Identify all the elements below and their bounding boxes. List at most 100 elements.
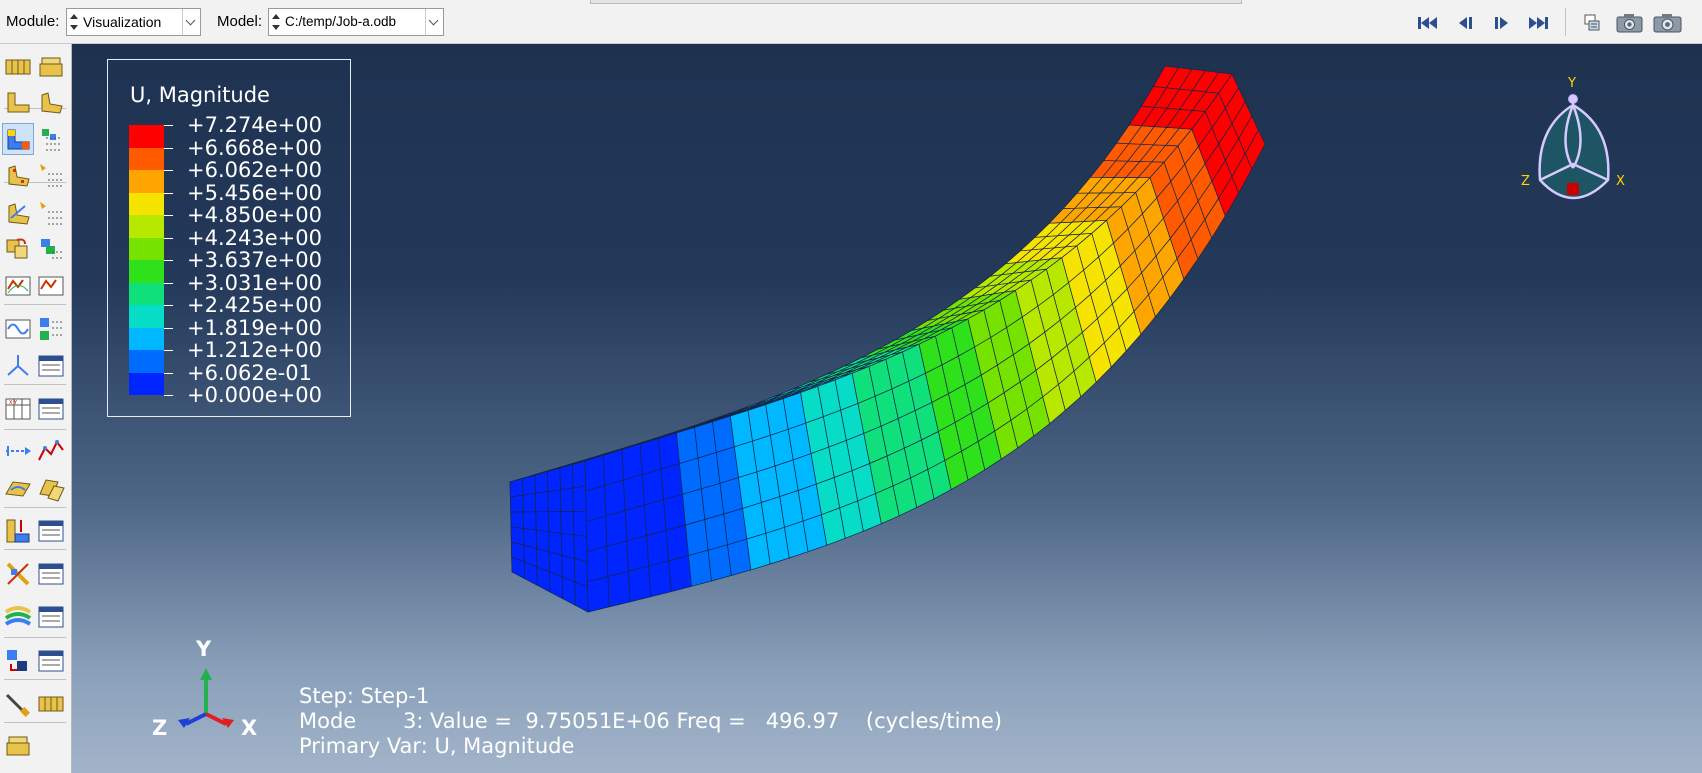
model-spin-icon[interactable]	[271, 12, 281, 32]
xy-data-manager-icon[interactable]	[3, 436, 33, 466]
legend-value: +5.456e+00	[187, 180, 322, 205]
beam-element	[605, 510, 628, 547]
legend-swatch	[129, 237, 164, 260]
result-options-icon[interactable]	[3, 689, 33, 719]
hidden-toolbar-edge	[590, 0, 1242, 4]
beam-element	[644, 499, 667, 537]
legend-tick	[164, 170, 173, 172]
beam-end-element	[509, 494, 524, 513]
stream-options-icon[interactable]	[36, 559, 66, 589]
frame-selector-icon[interactable]	[1579, 12, 1605, 34]
model-combo[interactable]: C:/temp/Job-a.odb	[268, 8, 444, 36]
common-plot-options-icon[interactable]	[36, 87, 66, 117]
xy-plot-icon[interactable]	[36, 474, 66, 504]
plot-deformed-shape-icon[interactable]	[36, 52, 66, 82]
beam-element	[685, 519, 709, 557]
animate-harmonic-icon[interactable]	[3, 351, 33, 381]
legend-swatch	[129, 260, 164, 283]
module-combo[interactable]: Visualization	[66, 8, 201, 36]
next-frame-icon[interactable]	[1490, 12, 1516, 34]
legend-title: U, Magnitude	[130, 83, 270, 107]
free-body-cut-icon[interactable]	[3, 602, 33, 632]
legend-value: +6.668e+00	[187, 135, 322, 160]
beam-element	[688, 549, 712, 587]
module-value: Visualization	[83, 14, 162, 30]
animate-scale-factor-icon[interactable]	[1652, 12, 1684, 34]
animate-time-history-icon[interactable]	[36, 314, 66, 344]
beam-end-element	[547, 511, 562, 534]
legend-tick	[164, 327, 173, 329]
beam-element	[679, 457, 702, 495]
beam-end-element	[535, 511, 550, 533]
symbol-options-icon[interactable]	[36, 160, 66, 190]
legend-value: +6.062e+00	[187, 158, 322, 182]
beam-element	[668, 555, 692, 593]
beam-element	[704, 513, 728, 551]
material-orientation-options-icon[interactable]	[36, 198, 66, 228]
animate-scale-factor-icon[interactable]	[3, 314, 33, 344]
plot-contours-undeformed-icon[interactable]	[3, 87, 33, 117]
module-spin-icon[interactable]	[69, 12, 79, 32]
superimpose-options-icon[interactable]	[36, 234, 66, 264]
primary-variable-info: Primary Var: U, Magnitude	[299, 734, 575, 758]
beam-end-element	[535, 491, 549, 513]
display-group-manager-icon[interactable]	[36, 516, 66, 546]
beam-element	[604, 479, 626, 517]
contour-options-icon[interactable]	[3, 646, 33, 676]
legend-value: +7.274e+00	[187, 113, 322, 137]
plot-contours-on-both-icon[interactable]	[36, 124, 66, 154]
beam-element	[639, 438, 662, 476]
view-cut-manager-icon[interactable]: X Y	[3, 394, 33, 424]
overlay-plot-icon[interactable]	[3, 271, 33, 301]
beam-element	[607, 570, 631, 608]
legend-tick	[164, 372, 173, 374]
legend-value: +3.031e+00	[187, 270, 322, 295]
legend-tick	[164, 125, 173, 127]
create-xy-data-icon[interactable]	[36, 436, 66, 466]
viewport-layer-icon[interactable]	[36, 271, 66, 301]
legend-value: +2.425e+00	[187, 293, 322, 317]
legend-value: +0.000e+00	[187, 383, 322, 407]
legend-swatch	[129, 215, 164, 238]
toolbox-separator	[4, 549, 66, 550]
free-body-options-icon[interactable]	[36, 602, 66, 632]
beam-element	[584, 454, 605, 492]
legend-swatch	[129, 282, 164, 305]
plot-contours-on-deformed-icon[interactable]	[2, 123, 34, 155]
beam-end-element	[547, 489, 562, 513]
legend-value: +4.850e+00	[187, 203, 322, 227]
view-cut-options-icon[interactable]	[36, 394, 66, 424]
last-frame-icon[interactable]	[1526, 12, 1552, 34]
stream-manager-icon[interactable]	[3, 559, 33, 589]
plot-undeformed-shape-icon[interactable]	[3, 52, 33, 82]
plot-material-orientations-icon[interactable]	[3, 198, 33, 228]
svg-text:X Y: X Y	[9, 400, 18, 406]
chevron-down-icon[interactable]	[182, 9, 200, 35]
view-cube-icon[interactable]	[1528, 88, 1624, 222]
beam-element	[585, 515, 608, 553]
toolbox-separator	[4, 722, 66, 723]
beam-element	[665, 524, 689, 562]
chevron-down-icon[interactable]	[425, 9, 443, 35]
plot-symbols-icon[interactable]	[3, 160, 33, 190]
beam-end-element	[560, 532, 575, 559]
plot-allow-multiple-icon[interactable]	[3, 234, 33, 264]
view-cube-x-label: X	[1616, 174, 1625, 189]
contour-plot-options-icon[interactable]	[36, 646, 66, 676]
beam-end-element	[522, 474, 536, 496]
first-frame-icon[interactable]	[1414, 12, 1440, 34]
path-manager-icon[interactable]	[3, 474, 33, 504]
animation-options-icon[interactable]	[36, 351, 66, 381]
legend-tick	[164, 350, 173, 352]
query-tool-icon[interactable]	[3, 731, 33, 761]
step-info: Step: Step-1	[299, 684, 430, 708]
display-group-icon[interactable]	[3, 516, 33, 546]
toolbox-separator	[4, 637, 66, 638]
result-manager-icon[interactable]	[36, 689, 66, 719]
beam-element	[660, 463, 683, 501]
beam-end-element	[522, 492, 537, 513]
previous-frame-icon[interactable]	[1451, 12, 1477, 34]
animate-time-history-icon[interactable]	[1615, 12, 1645, 34]
beam-element	[603, 449, 624, 487]
legend-value: +1.212e+00	[187, 338, 322, 362]
